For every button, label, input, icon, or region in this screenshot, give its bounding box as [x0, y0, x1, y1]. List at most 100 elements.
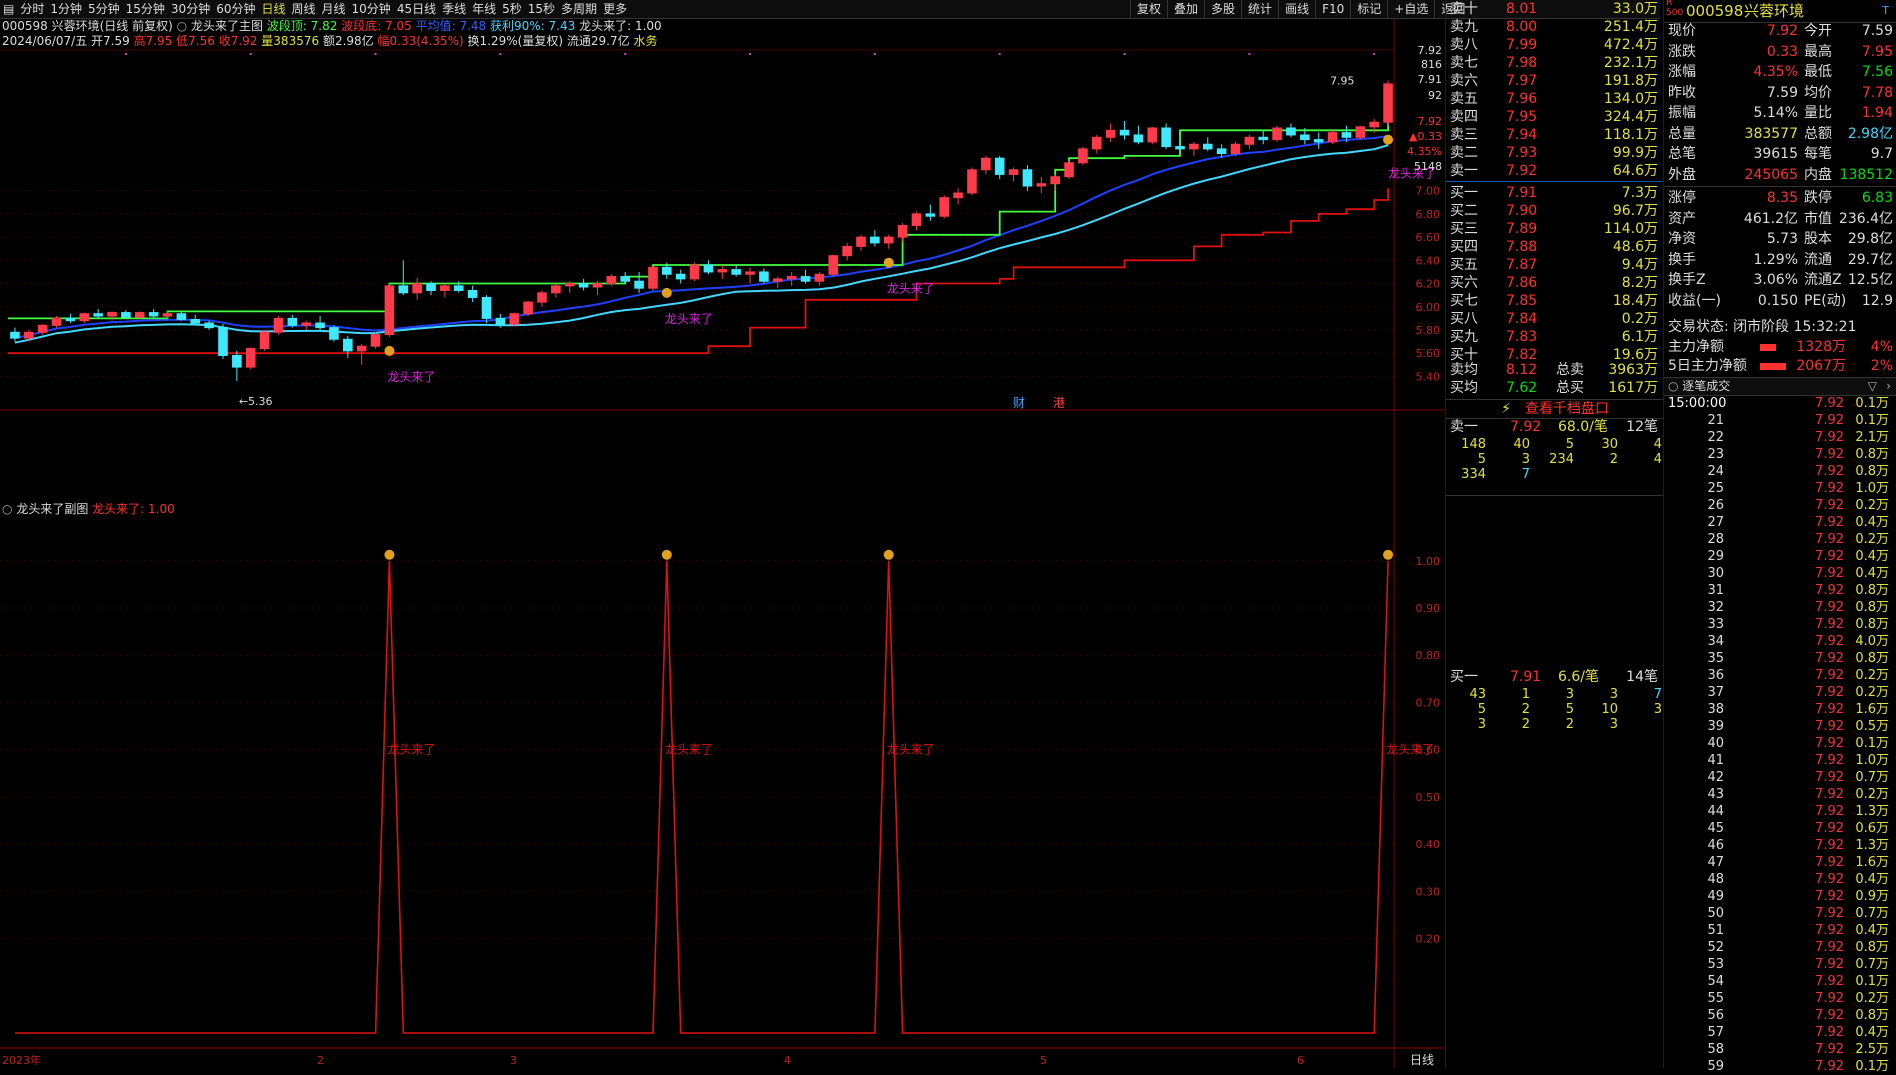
tool-button[interactable]: 多股 [1204, 0, 1241, 18]
ask-row[interactable]: 卖四 7.95 324.4万 [1446, 108, 1664, 126]
candle-body[interactable] [537, 292, 547, 303]
bid-row[interactable]: 买五 7.87 9.4万 [1446, 256, 1664, 274]
flow5-row[interactable]: 5日主力净额 2067万 2% [1664, 357, 1896, 376]
period-tab[interactable]: 季线 [439, 0, 469, 18]
candle-body[interactable] [384, 285, 395, 336]
period-tab[interactable]: 多周期 [558, 0, 600, 18]
candle-body[interactable] [842, 245, 852, 257]
candle-body[interactable] [51, 317, 62, 326]
candle-body[interactable] [481, 296, 492, 319]
period-tab[interactable]: 分时 [17, 0, 47, 18]
candle-body[interactable] [523, 301, 533, 315]
period-tab[interactable]: 1分钟 [47, 0, 85, 18]
period-tab[interactable]: 5秒 [499, 0, 525, 18]
candle-body[interactable] [578, 283, 589, 288]
candle-body[interactable] [731, 269, 741, 275]
candle-body[interactable] [717, 269, 728, 273]
candle-body[interactable] [1105, 129, 1116, 138]
indicator-name[interactable]: 龙头来了主图 [191, 19, 263, 33]
candle-body[interactable] [1050, 176, 1060, 185]
candle-body[interactable] [634, 280, 644, 289]
period-tab[interactable]: 10分钟 [349, 0, 394, 18]
candle-body[interactable] [315, 322, 325, 329]
candle-body[interactable] [24, 331, 34, 339]
bid-row[interactable]: 买八 7.84 0.2万 [1446, 310, 1664, 328]
candle-body[interactable] [856, 236, 866, 247]
candle-body[interactable] [1369, 121, 1379, 128]
period-tab[interactable]: 周线 [289, 0, 319, 18]
candle-body[interactable] [1008, 169, 1019, 175]
ask-row[interactable]: 卖七 7.98 232.1万 [1446, 54, 1664, 72]
candle-body[interactable] [925, 213, 936, 217]
candle-body[interactable] [1272, 127, 1282, 141]
candle-body[interactable] [967, 169, 977, 194]
candle-body[interactable] [675, 273, 686, 280]
candle-body[interactable] [994, 157, 1005, 175]
candle-body[interactable] [1383, 83, 1393, 123]
candle-body[interactable] [107, 312, 117, 317]
candle-body[interactable] [467, 290, 478, 298]
bid-row[interactable]: 买六 7.86 8.2万 [1446, 274, 1664, 292]
ask-row[interactable]: 卖八 7.99 472.4万 [1446, 36, 1664, 54]
candle-body[interactable] [259, 331, 270, 350]
candle-body[interactable] [1091, 136, 1102, 150]
candle-body[interactable] [329, 327, 339, 340]
candle-body[interactable] [662, 266, 672, 275]
window-menu-icon[interactable]: ▤ [0, 0, 17, 18]
candle-body[interactable] [204, 322, 214, 329]
candle-body[interactable] [453, 285, 464, 292]
candle-body[interactable] [176, 313, 187, 321]
candle-body[interactable] [606, 276, 617, 285]
candle-body[interactable] [1022, 169, 1033, 187]
period-tab[interactable]: 45日线 [394, 0, 439, 18]
candle-body[interactable] [412, 283, 422, 294]
tool-button[interactable]: 画线 [1278, 0, 1315, 18]
ask-row[interactable]: 卖一 7.92 64.6万 [1446, 162, 1664, 180]
candle-body[interactable] [1258, 136, 1269, 141]
tool-button[interactable]: +自选 [1387, 0, 1434, 18]
candle-body[interactable] [10, 331, 20, 339]
candle-body[interactable] [772, 278, 783, 282]
main-flow-row[interactable]: 主力净额 1328万 4% [1664, 338, 1896, 357]
candle-body[interactable] [1216, 148, 1227, 155]
candle-body[interactable] [495, 317, 506, 325]
candle-body[interactable] [1313, 139, 1324, 143]
candle-body[interactable] [745, 271, 755, 275]
candle-body[interactable] [689, 264, 700, 280]
ticks-header[interactable]: ○ 逐笔成交 ▽ › [1664, 377, 1896, 396]
tag-icon[interactable]: T [1882, 0, 1889, 22]
candle-body[interactable] [953, 192, 963, 199]
ask-row[interactable]: 卖九 8.00 251.4万 [1446, 18, 1664, 36]
candle-body[interactable] [883, 236, 894, 244]
candle-body[interactable] [939, 197, 950, 217]
candle-body[interactable] [232, 355, 242, 368]
candle-body[interactable] [911, 213, 922, 226]
ask-row[interactable]: 卖二 7.93 99.9万 [1446, 144, 1664, 162]
finance-badge[interactable]: 财 [1013, 396, 1025, 410]
period-tab[interactable]: 60分钟 [213, 0, 258, 18]
candle-body[interactable] [1189, 143, 1199, 150]
candle-body[interactable] [1161, 127, 1171, 148]
candle-body[interactable] [1133, 134, 1144, 143]
bid-row[interactable]: 买三 7.89 114.0万 [1446, 220, 1664, 238]
candle-body[interactable] [592, 283, 603, 288]
candle-body[interactable] [870, 236, 880, 244]
candle-body[interactable] [273, 317, 284, 333]
thousand-depth-link[interactable]: ⚡ 查看千档盘口 [1446, 399, 1664, 419]
period-tab[interactable]: 15秒 [525, 0, 558, 18]
candle-body[interactable] [343, 338, 353, 352]
tool-button[interactable]: 叠加 [1167, 0, 1204, 18]
candle-body[interactable] [1202, 143, 1213, 150]
candle-body[interactable] [398, 285, 409, 294]
candle-body[interactable] [65, 317, 76, 322]
candle-body[interactable] [148, 312, 159, 317]
candle-body[interactable] [551, 285, 561, 294]
candle-body[interactable] [356, 345, 367, 352]
candle-body[interactable] [1341, 132, 1352, 138]
candle-body[interactable] [1036, 183, 1047, 187]
candle-body[interactable] [1300, 134, 1310, 141]
bid-row[interactable]: 买四 7.88 48.6万 [1446, 238, 1664, 256]
candle-body[interactable] [134, 312, 145, 318]
candle-body[interactable] [301, 322, 312, 326]
ask-row[interactable]: 卖十 8.01 33.0万 [1446, 0, 1664, 18]
